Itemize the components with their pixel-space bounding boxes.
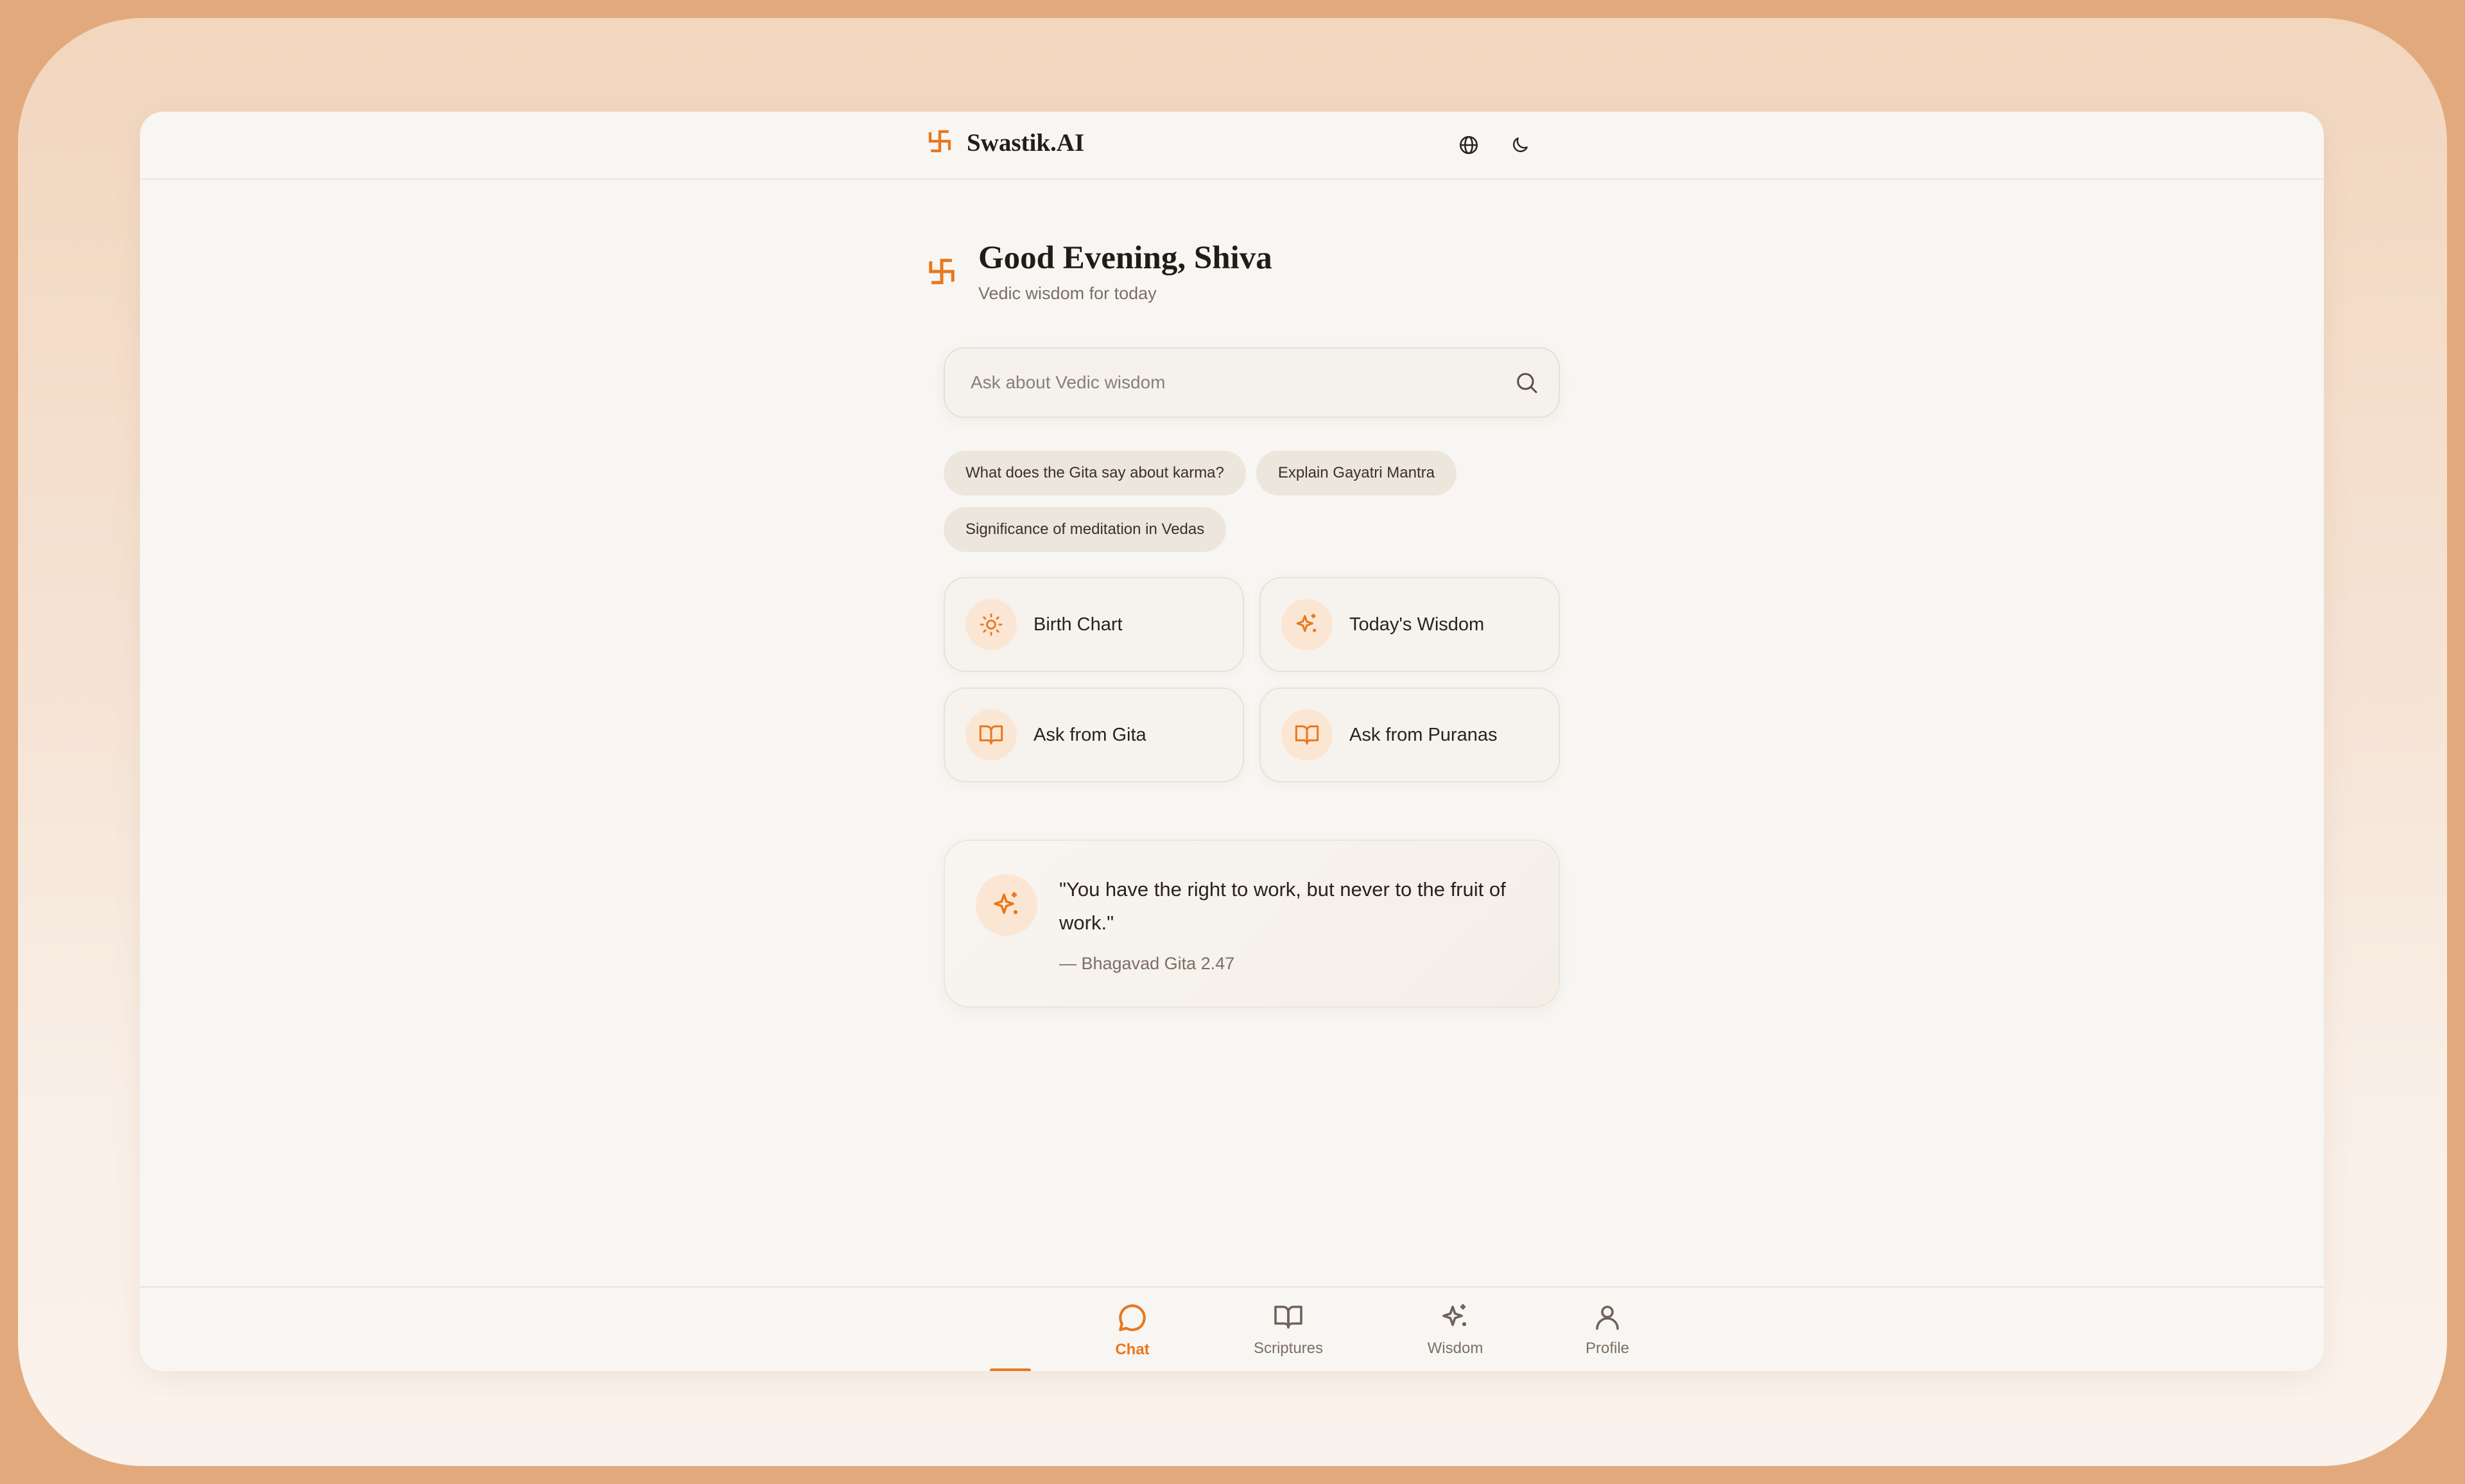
nav-label: Scriptures <box>1253 1340 1324 1357</box>
card-label: Birth Chart <box>1034 614 1123 635</box>
card-label: Ask from Gita <box>1034 724 1146 745</box>
search-bar <box>944 347 1560 418</box>
language-button[interactable] <box>1453 131 1484 162</box>
book-icon <box>965 709 1017 761</box>
sparkles-icon <box>1440 1302 1471 1336</box>
action-cards: Birth Chart Today's Wisdom Ask from Gita… <box>944 577 1560 782</box>
greeting-title: Good Evening, Shiva <box>978 240 1272 276</box>
card-label: Today's Wisdom <box>1349 614 1485 635</box>
sparkles-icon <box>1281 599 1333 650</box>
swastika-logo-icon <box>927 257 956 289</box>
nav-label: Wisdom <box>1427 1340 1483 1357</box>
brand[interactable]: Swastik.AI <box>927 128 1084 157</box>
user-icon <box>1592 1302 1623 1336</box>
suggestion-chip[interactable]: What does the Gita say about karma? <box>944 451 1246 496</box>
moon-icon <box>1510 135 1530 159</box>
device-screen: Swastik.AI Good Evening, Shiva Vedic wis… <box>18 18 2447 1466</box>
daily-quote-card: "You have the right to work, but never t… <box>944 840 1560 1008</box>
brand-title: Swastik.AI <box>967 129 1085 157</box>
theme-toggle-button[interactable] <box>1505 131 1535 162</box>
search-input[interactable] <box>971 349 1484 417</box>
quote-text: "You have the right to work, but never t… <box>1059 878 1506 934</box>
sparkles-icon <box>976 874 1037 936</box>
nav-scriptures[interactable]: Scriptures <box>1243 1302 1333 1358</box>
suggestion-chips: What does the Gita say about karma? Expl… <box>944 451 1573 552</box>
globe-icon <box>1458 134 1480 159</box>
suggestion-chip[interactable]: Significance of meditation in Vedas <box>944 507 1227 552</box>
search-icon[interactable] <box>1514 370 1539 399</box>
nav-chat[interactable]: Chat <box>1087 1302 1177 1359</box>
ask-gita-card[interactable]: Ask from Gita <box>944 687 1244 782</box>
swastika-logo-icon <box>927 128 953 157</box>
app-window: Swastik.AI Good Evening, Shiva Vedic wis… <box>140 112 2324 1371</box>
greeting-section: Good Evening, Shiva Vedic wisdom for tod… <box>927 237 1272 304</box>
book-icon <box>1281 709 1333 761</box>
suggestion-chip[interactable]: Explain Gayatri Mantra <box>1256 451 1457 496</box>
nav-profile[interactable]: Profile <box>1562 1302 1652 1358</box>
greeting-subtitle: Vedic wisdom for today <box>978 284 1157 303</box>
nav-active-indicator <box>990 1368 1031 1371</box>
birth-chart-card[interactable]: Birth Chart <box>944 577 1244 672</box>
nav-label: Chat <box>1115 1341 1150 1358</box>
book-icon <box>1273 1302 1304 1336</box>
card-label: Ask from Puranas <box>1349 724 1498 745</box>
nav-label: Profile <box>1585 1340 1630 1357</box>
sun-icon <box>965 599 1017 650</box>
top-header: Swastik.AI <box>140 112 2324 180</box>
quote-source: — Bhagavad Gita 2.47 <box>1059 954 1235 973</box>
nav-wisdom[interactable]: Wisdom <box>1410 1302 1500 1358</box>
chat-bubble-icon <box>1116 1302 1148 1337</box>
bottom-nav: Chat Scriptures Wisdom Profile <box>140 1286 2324 1371</box>
ask-puranas-card[interactable]: Ask from Puranas <box>1259 687 1560 782</box>
device-frame: Swastik.AI Good Evening, Shiva Vedic wis… <box>0 0 2465 1484</box>
todays-wisdom-card[interactable]: Today's Wisdom <box>1259 577 1560 672</box>
